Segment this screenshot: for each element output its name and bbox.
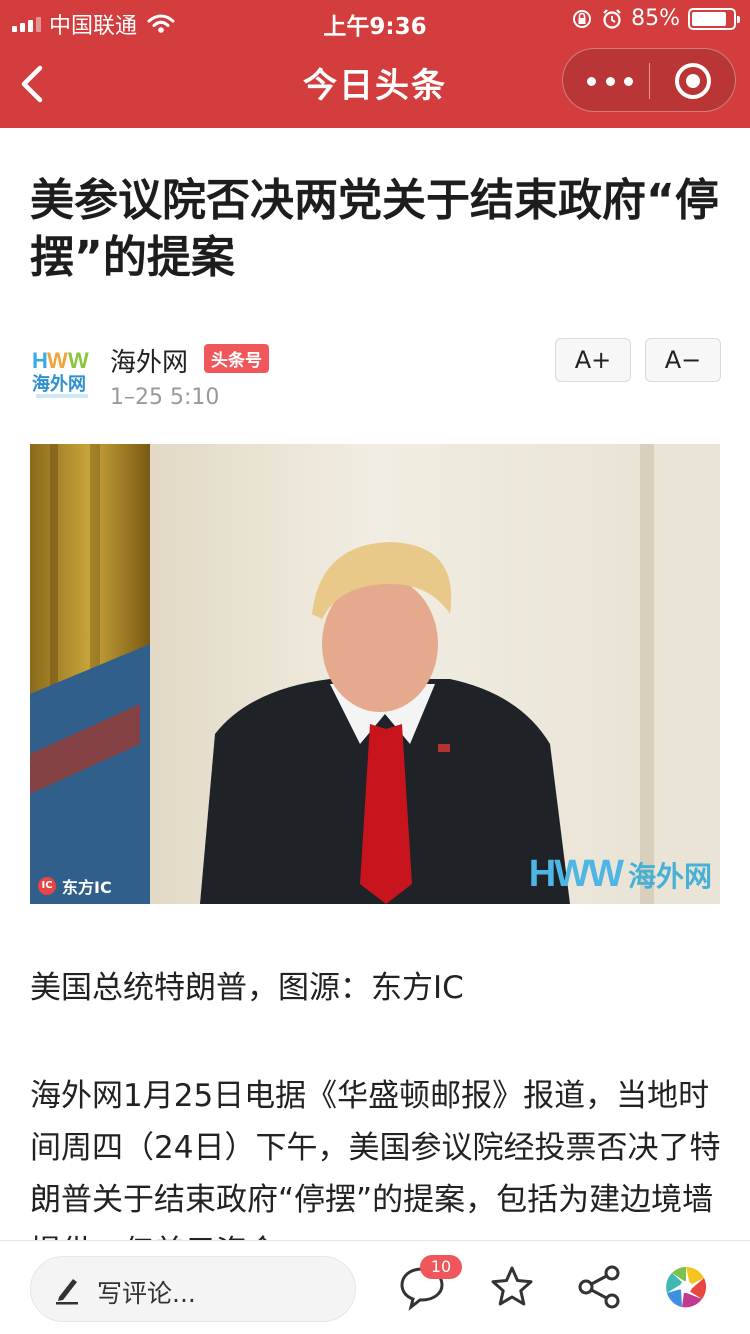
rotation-lock-icon: [573, 9, 592, 28]
svg-text:H: H: [32, 348, 48, 373]
comment-placeholder: 写评论...: [97, 1279, 196, 1308]
font-increase-button[interactable]: A+: [555, 338, 631, 382]
source-name[interactable]: 海外网: [110, 342, 188, 379]
moments-icon[interactable]: [662, 1263, 710, 1311]
photo-illustration: [30, 444, 720, 904]
svg-text:海外网: 海外网: [32, 373, 86, 395]
battery-percent: 85%: [631, 6, 680, 31]
capsule-divider: [649, 63, 650, 99]
svg-text:W: W: [47, 348, 68, 373]
comment-count-badge: 10: [420, 1255, 462, 1279]
photo-credit: IC 东方IC: [38, 874, 112, 898]
article-headline: 美参议院否决两党关于结束政府“停摆”的提案: [30, 175, 719, 283]
close-target-icon[interactable]: [675, 63, 711, 99]
battery-icon: [688, 7, 740, 30]
source-badge: 头条号: [204, 344, 269, 373]
star-icon[interactable]: [488, 1263, 536, 1311]
share-icon[interactable]: [576, 1263, 624, 1311]
header-bar: 中国联通 上午9:36 85% 今日头条: [0, 0, 750, 128]
pen-icon: [56, 1279, 78, 1305]
status-bar: 中国联通 上午9:36 85%: [0, 0, 750, 40]
font-decrease-button[interactable]: A−: [645, 338, 721, 382]
comment-input[interactable]: 写评论...: [30, 1256, 356, 1322]
status-right: 85%: [571, 6, 740, 31]
watermark-cn: 海外网: [627, 859, 712, 893]
source-logo[interactable]: H W W 海外网: [30, 344, 94, 404]
article-photo[interactable]: IC 东方IC HWW 海外网: [30, 444, 720, 904]
publish-time: 1–25 5:10: [110, 385, 220, 410]
photo-credit-label: 东方IC: [62, 878, 112, 897]
photo-credit-icon: IC: [38, 877, 56, 895]
mini-program-capsule: [562, 48, 736, 112]
alarm-icon: [603, 8, 621, 29]
bottom-action-bar: 写评论... 10: [0, 1240, 750, 1334]
nav-bar: 今日头条: [0, 40, 750, 128]
photo-caption: 美国总统特朗普，图源：东方IC: [30, 970, 464, 1006]
more-dots-icon[interactable]: [587, 66, 633, 96]
svg-text:W: W: [68, 348, 89, 373]
watermark-letters: HWW: [528, 853, 624, 895]
photo-watermark: HWW 海外网: [529, 853, 712, 896]
